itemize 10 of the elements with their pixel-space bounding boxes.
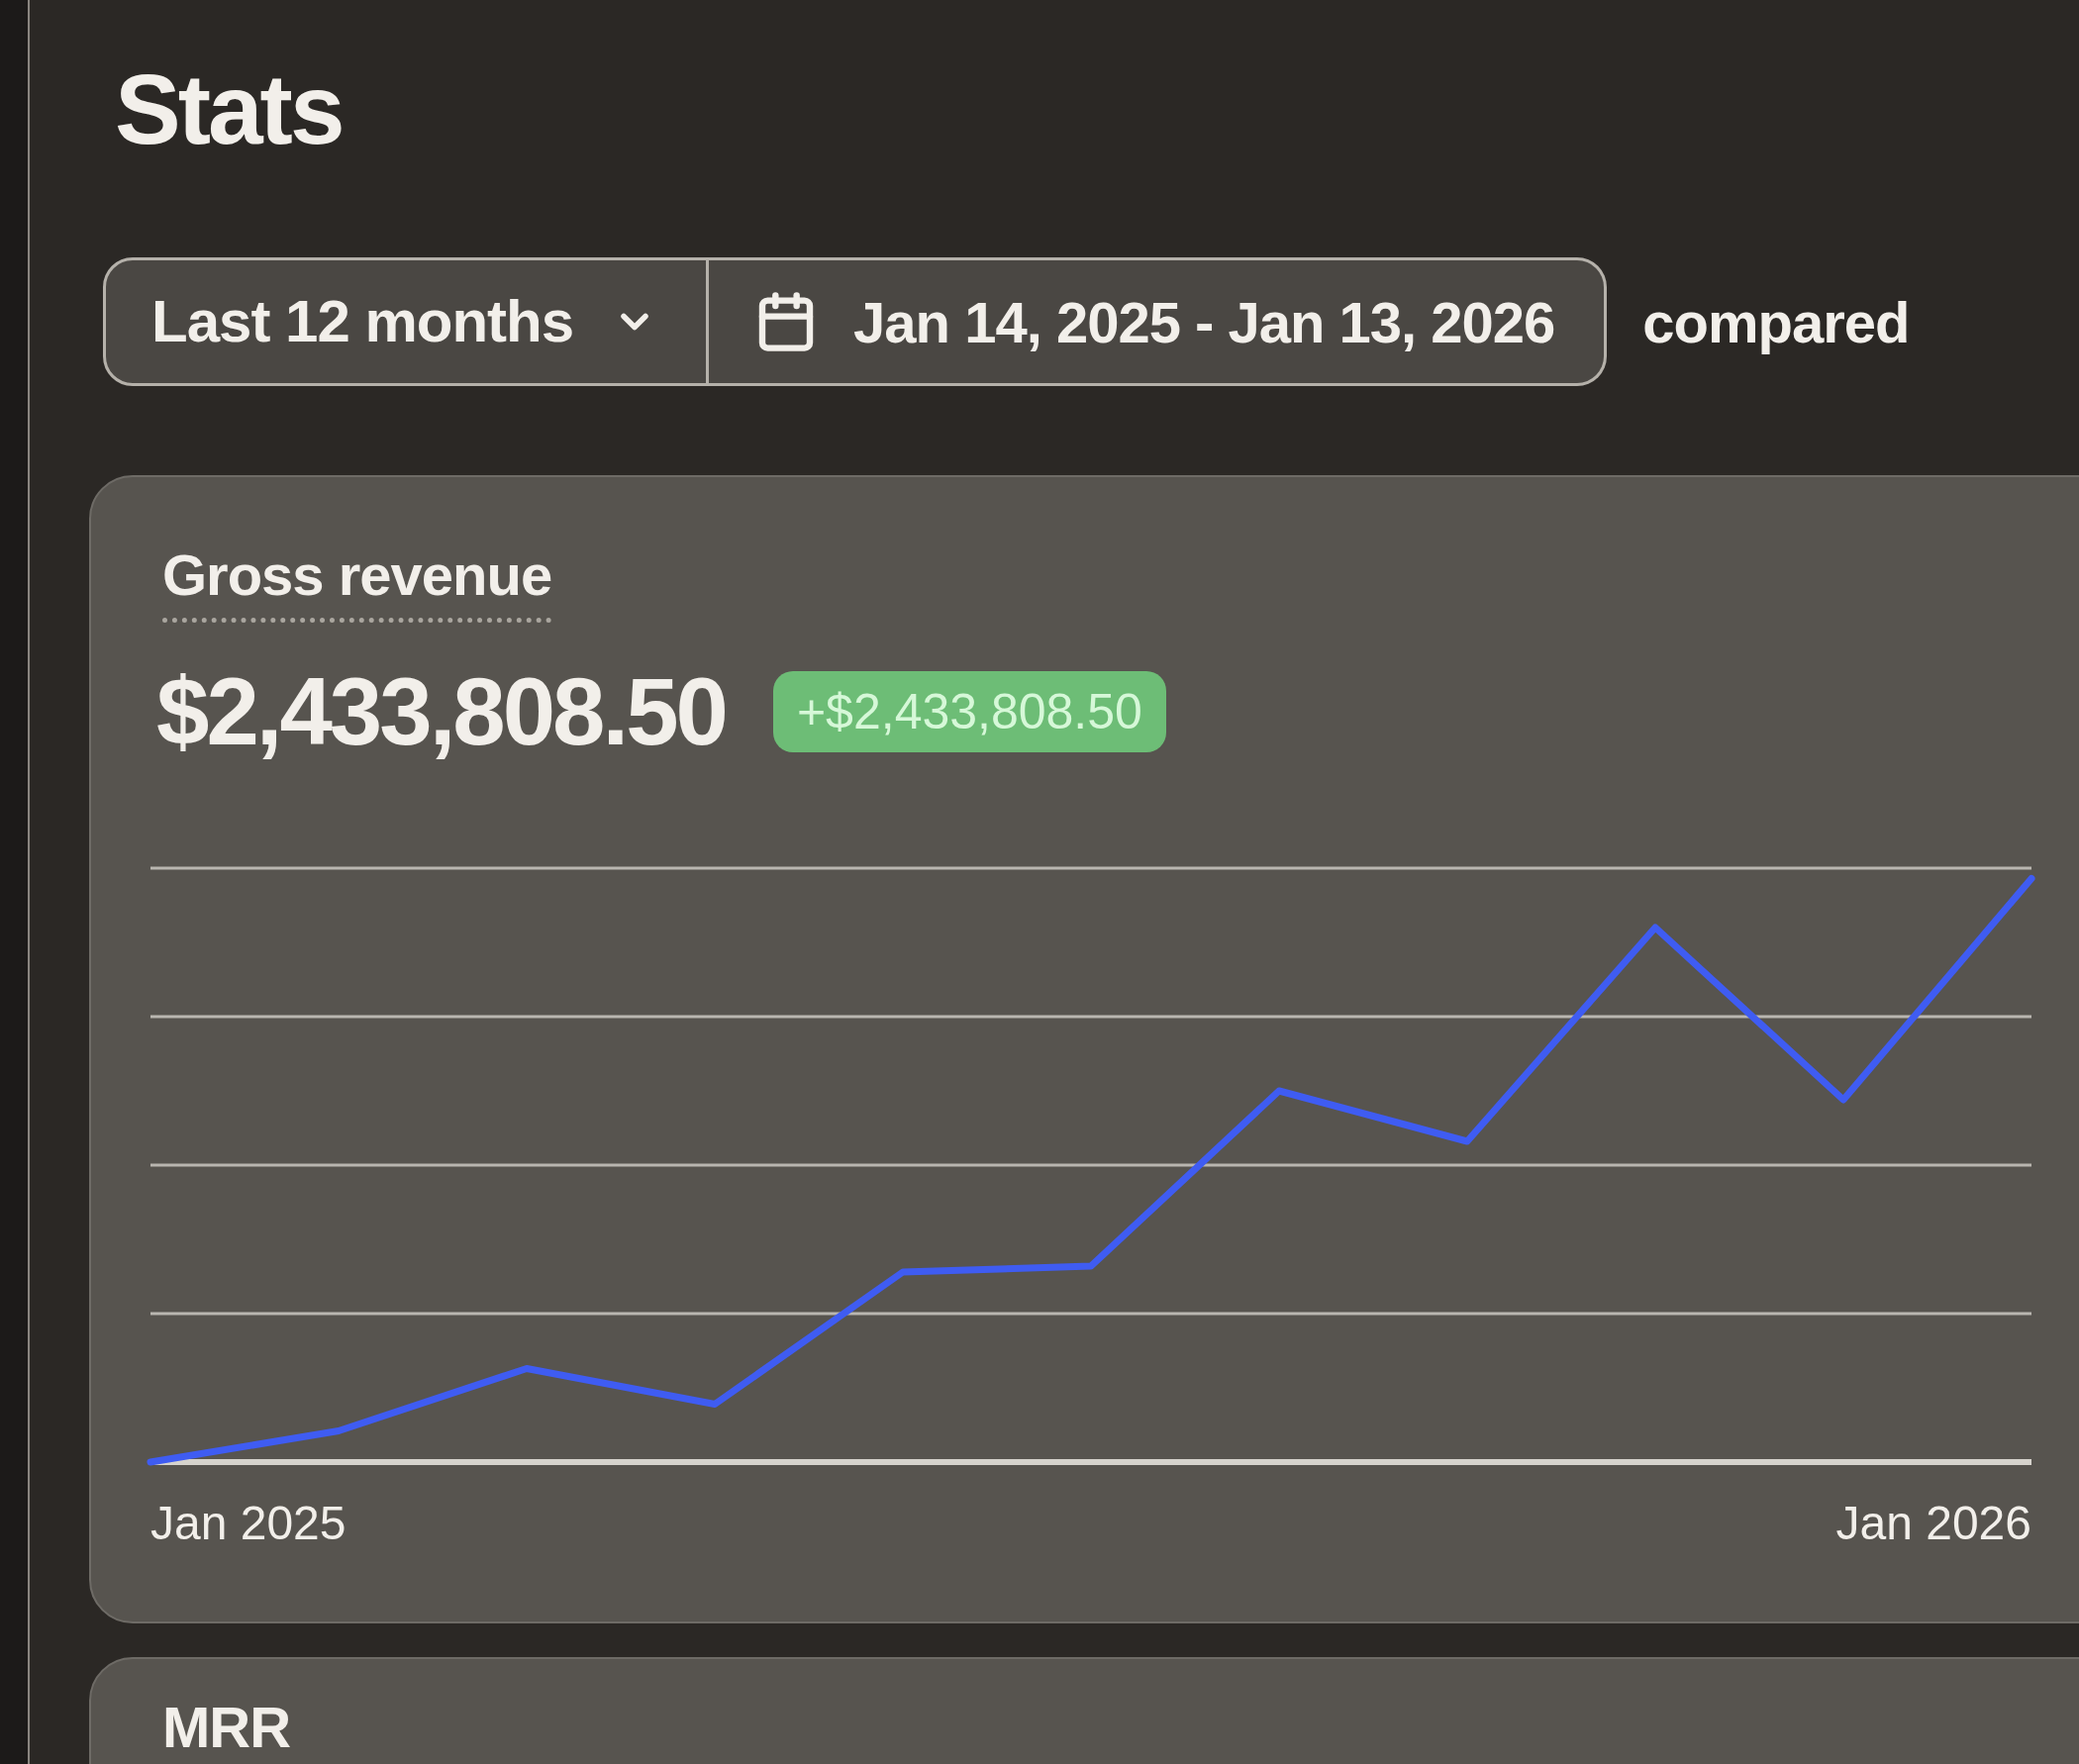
axis-label: Jan 2026 [1835,1500,2031,1547]
date-range-button[interactable]: Jan 14, 2025 - Jan 13, 2026 [709,257,1608,386]
change-badge: +$2,433,808.50 [772,671,1166,752]
metric-title: Gross revenue [162,546,552,623]
metric-title: MRR [162,1699,291,1756]
axis-label: Jan 2025 [150,1500,346,1547]
range-select[interactable]: Last 12 months [103,257,710,386]
metric-value: $2,433,808.50 [156,664,726,759]
comparison-label: compared [1642,288,1910,356]
page-title: Stats [115,59,343,158]
